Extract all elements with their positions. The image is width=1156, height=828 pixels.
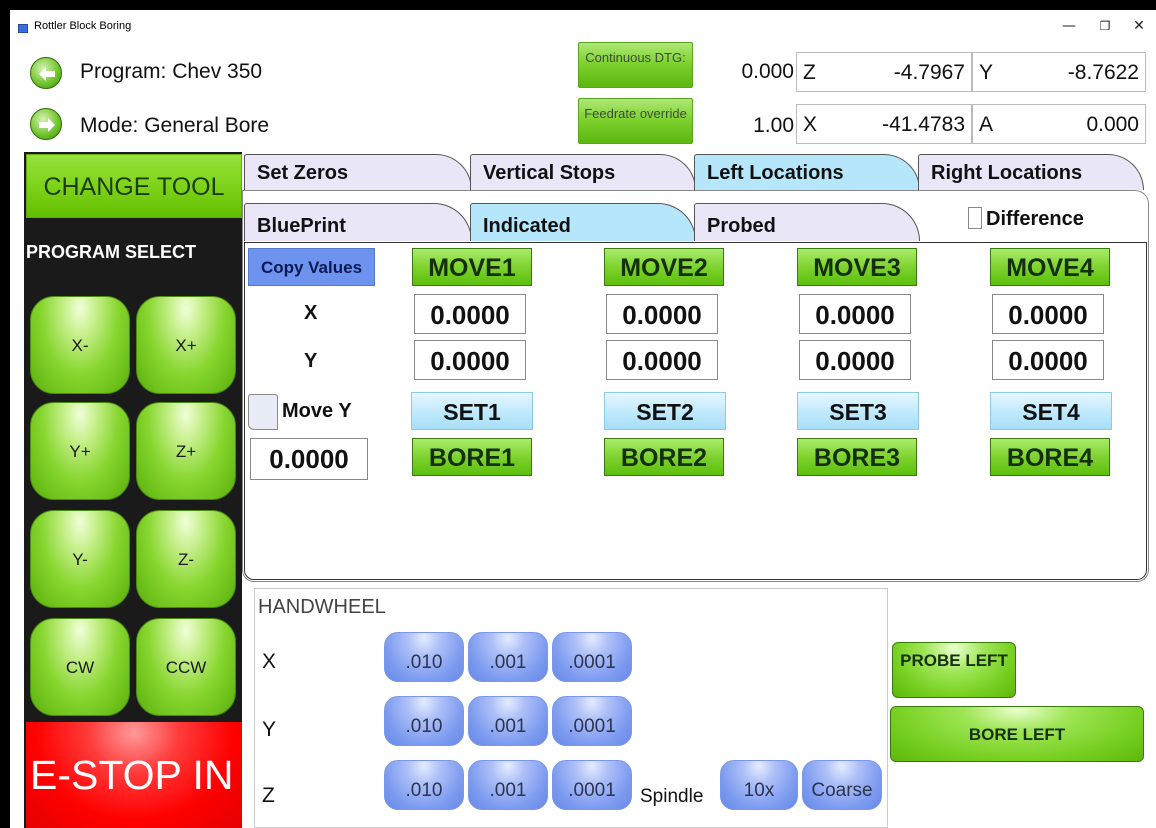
feedrate-value: 1.00	[753, 114, 794, 137]
spindle-ccw-button[interactable]: CCW	[136, 618, 236, 716]
jog-z-minus-button[interactable]: Z-	[136, 510, 236, 608]
hw-y-010-button[interactable]: .010	[384, 696, 464, 746]
arrow-left-icon	[39, 67, 55, 81]
spindle-10x-button[interactable]: 10x	[720, 760, 798, 810]
set3-button[interactable]: SET3	[797, 392, 919, 430]
copy-values-button[interactable]: Copy Values	[248, 248, 375, 286]
move-y-field[interactable]: 0.0000	[250, 438, 368, 480]
tab-probed[interactable]: Probed	[694, 203, 920, 241]
spindle-cw-button[interactable]: CW	[30, 618, 130, 716]
move-y-label: Move Y	[282, 400, 352, 422]
hw-x-010-button[interactable]: .010	[384, 632, 464, 682]
move1-button[interactable]: MOVE1	[412, 248, 532, 286]
x4-field[interactable]: 0.0000	[992, 294, 1104, 334]
set2-button[interactable]: SET2	[604, 392, 726, 430]
move3-button[interactable]: MOVE3	[797, 248, 917, 286]
change-tool-button[interactable]: CHANGE TOOL	[26, 154, 242, 218]
hw-x-001-button[interactable]: .001	[468, 632, 548, 682]
tab-vertical-stops[interactable]: Vertical Stops	[470, 154, 696, 190]
set1-button[interactable]: SET1	[411, 392, 533, 430]
jog-x-plus-button[interactable]: X+	[136, 296, 236, 394]
tab-set-zeros[interactable]: Set Zeros	[244, 154, 472, 190]
difference-label: Difference	[986, 208, 1084, 230]
spindle-label: Spindle	[640, 786, 704, 807]
move-y-checkbox[interactable]	[248, 394, 278, 430]
move2-button[interactable]: MOVE2	[604, 248, 724, 286]
minimize-button[interactable]: —	[1054, 16, 1084, 36]
close-button[interactable]: ✕	[1124, 16, 1154, 36]
a-axis-label: A	[979, 113, 994, 136]
app-icon	[18, 24, 28, 33]
y2-field[interactable]: 0.0000	[606, 340, 718, 380]
x-readout: X -41.4783	[796, 104, 972, 144]
bore3-button[interactable]: BORE3	[797, 438, 917, 476]
jog-z-plus-button[interactable]: Z+	[136, 402, 236, 500]
x1-field[interactable]: 0.0000	[414, 294, 526, 334]
bore2-button[interactable]: BORE2	[604, 438, 724, 476]
handwheel-z-label: Z	[262, 784, 275, 807]
y4-field[interactable]: 0.0000	[992, 340, 1104, 380]
arrow-right-icon	[39, 118, 55, 132]
y-axis-value: -8.7622	[1067, 61, 1139, 84]
mode-label: Mode: General Bore	[80, 114, 270, 137]
hw-z-0001-button[interactable]: .0001	[552, 760, 632, 810]
hw-z-010-button[interactable]: .010	[384, 760, 464, 810]
probe-left-button[interactable]: PROBE LEFT	[892, 642, 1016, 698]
y-readout: Y -8.7622	[972, 52, 1146, 92]
tab-indicated[interactable]: Indicated	[470, 203, 696, 241]
hw-x-0001-button[interactable]: .0001	[552, 632, 632, 682]
a-readout: A 0.000	[972, 104, 1146, 144]
continuous-dtg-button[interactable]: Continuous DTG:	[578, 42, 693, 88]
bore-left-button[interactable]: BORE LEFT	[890, 706, 1144, 762]
z-axis-label: Z	[803, 61, 816, 84]
x-row-label: X	[304, 302, 318, 324]
jog-y-minus-button[interactable]: Y-	[30, 510, 130, 608]
handwheel-y-label: Y	[262, 718, 277, 741]
y1-field[interactable]: 0.0000	[414, 340, 526, 380]
window-title: Rottler Block Boring	[34, 20, 132, 32]
spindle-coarse-button[interactable]: Coarse	[802, 760, 882, 810]
tab-blueprint[interactable]: BluePrint	[244, 203, 472, 241]
program-label: Program: Chev 350	[80, 60, 263, 83]
next-mode-button[interactable]	[30, 108, 62, 140]
program-select-label: PROGRAM SELECT	[26, 242, 197, 262]
jog-x-minus-button[interactable]: X-	[30, 296, 130, 394]
handwheel-title: HANDWHEEL	[258, 596, 386, 618]
hw-z-001-button[interactable]: .001	[468, 760, 548, 810]
tab-right-locations[interactable]: Right Locations	[918, 154, 1144, 190]
x-axis-value: -41.4783	[882, 113, 965, 136]
set4-button[interactable]: SET4	[990, 392, 1112, 430]
x2-field[interactable]: 0.0000	[606, 294, 718, 334]
z-axis-value: -4.7967	[893, 61, 965, 84]
continuous-dtg-value: 0.000	[741, 60, 794, 83]
feedrate-override-button[interactable]: Feedrate override	[578, 98, 693, 144]
title-bar: Rottler Block Boring — ❐ ✕	[10, 10, 1156, 42]
prev-program-button[interactable]	[30, 57, 62, 89]
restore-button[interactable]: ❐	[1090, 16, 1120, 36]
y-row-label: Y	[304, 350, 318, 372]
jog-y-plus-button[interactable]: Y+	[30, 402, 130, 500]
x-axis-label: X	[803, 113, 818, 136]
move4-button[interactable]: MOVE4	[990, 248, 1110, 286]
y-axis-label: Y	[979, 61, 994, 84]
a-axis-value: 0.000	[1086, 113, 1139, 136]
hw-y-001-button[interactable]: .001	[468, 696, 548, 746]
estop-button[interactable]: E-STOP IN	[26, 722, 242, 828]
difference-checkbox[interactable]	[968, 207, 982, 229]
bore1-button[interactable]: BORE1	[412, 438, 532, 476]
z-readout: Z -4.7967	[796, 52, 972, 92]
handwheel-x-label: X	[262, 650, 277, 673]
hw-y-0001-button[interactable]: .0001	[552, 696, 632, 746]
y3-field[interactable]: 0.0000	[799, 340, 911, 380]
x3-field[interactable]: 0.0000	[799, 294, 911, 334]
tab-left-locations[interactable]: Left Locations	[694, 154, 920, 190]
bore4-button[interactable]: BORE4	[990, 438, 1110, 476]
